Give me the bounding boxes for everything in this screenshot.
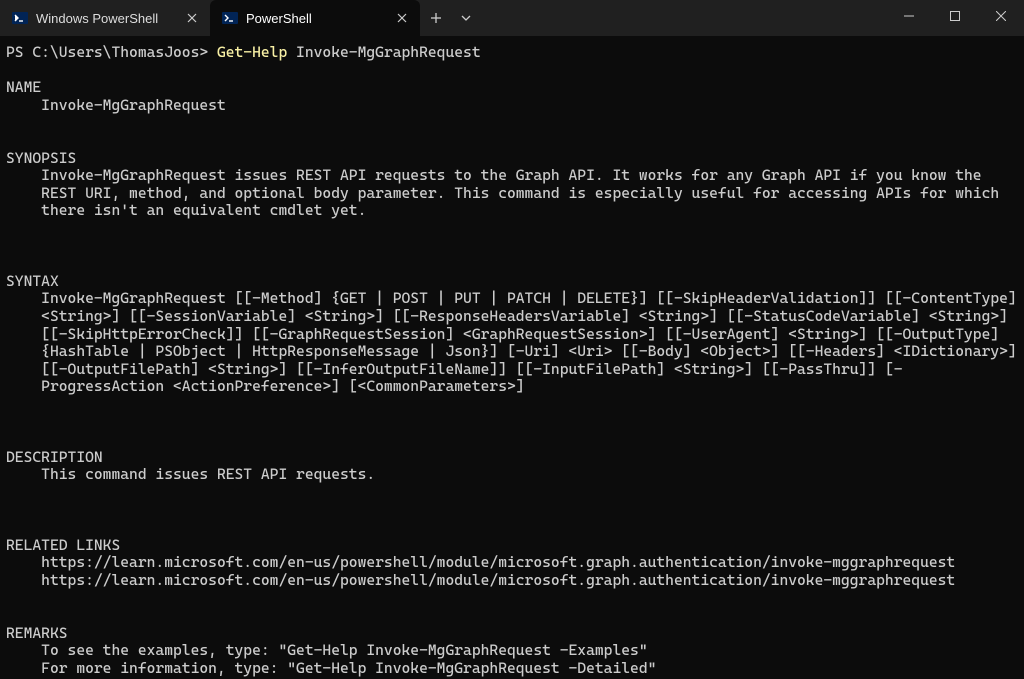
command-verb: Get-Help: [217, 43, 287, 61]
related-links-header: RELATED LINKS: [6, 536, 120, 554]
tab-powershell[interactable]: PowerShell: [210, 0, 420, 36]
remarks-header: REMARKS: [6, 624, 68, 642]
remark-line: For more information, type: "Get-Help In…: [6, 660, 1018, 678]
name-header: NAME: [6, 78, 41, 96]
new-tab-button[interactable]: [420, 0, 452, 36]
description-header: DESCRIPTION: [6, 448, 103, 466]
related-link: https://learn.microsoft.com/en-us/powers…: [6, 554, 1018, 572]
close-window-button[interactable]: [978, 0, 1024, 32]
tab-title: PowerShell: [246, 11, 386, 26]
maximize-button[interactable]: [932, 0, 978, 32]
window-controls: [886, 0, 1024, 32]
description-value: This command issues REST API requests.: [6, 466, 1018, 484]
close-icon[interactable]: [394, 10, 410, 26]
synopsis-value: Invoke-MgGraphRequest issues REST API re…: [6, 167, 1018, 220]
powershell-icon: [222, 10, 238, 26]
synopsis-header: SYNOPSIS: [6, 149, 76, 167]
terminal-output[interactable]: PS C:\Users\ThomasJoos> Get-Help Invoke-…: [0, 36, 1024, 679]
tab-strip: Windows PowerShell PowerShell: [0, 0, 480, 36]
powershell-icon: [12, 10, 28, 26]
related-link: https://learn.microsoft.com/en-us/powers…: [6, 572, 1018, 590]
name-value: Invoke-MgGraphRequest: [6, 97, 1018, 115]
syntax-value: Invoke-MgGraphRequest [[-Method] {GET | …: [6, 290, 1018, 396]
tab-title: Windows PowerShell: [36, 11, 176, 26]
syntax-header: SYNTAX: [6, 272, 59, 290]
remark-line: To see the examples, type: "Get-Help Inv…: [6, 642, 1018, 660]
prompt-path: PS C:\Users\ThomasJoos>: [6, 43, 217, 61]
tab-dropdown-button[interactable]: [452, 0, 480, 36]
minimize-button[interactable]: [886, 0, 932, 32]
close-icon[interactable]: [184, 10, 200, 26]
prompt-line: PS C:\Users\ThomasJoos> Get-Help Invoke-…: [6, 43, 481, 61]
tab-windows-powershell[interactable]: Windows PowerShell: [0, 0, 210, 36]
titlebar: Windows PowerShell PowerShell: [0, 0, 1024, 36]
command-arg: Invoke-MgGraphRequest: [296, 43, 481, 61]
